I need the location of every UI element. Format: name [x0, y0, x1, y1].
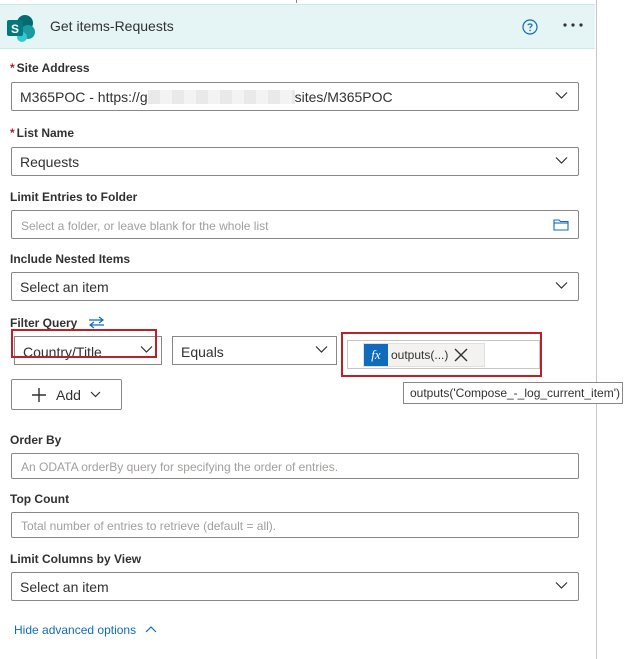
flow-connector [296, 0, 297, 3]
site-address-label: * Site Address [10, 61, 90, 75]
list-name-value: Requests [20, 154, 80, 170]
folder-placeholder: Select a folder, or leave blank for the … [21, 219, 269, 233]
chevron-down-icon [555, 157, 568, 164]
top-count-placeholder: Total number of entries to retrieve (def… [21, 519, 277, 533]
nested-items-value: Select an item [20, 279, 109, 295]
highlight-box [341, 332, 542, 377]
chevron-down-icon [90, 391, 101, 398]
nested-items-dropdown[interactable]: Select an item [11, 272, 579, 301]
required-marker: * [10, 61, 15, 75]
add-filter-button[interactable]: Add [11, 379, 122, 410]
order-by-input[interactable]: An ODATA orderBy query for specifying th… [11, 453, 579, 479]
redacted-area [147, 90, 295, 104]
chevron-down-icon [315, 346, 328, 353]
order-by-placeholder: An ODATA orderBy query for specifying th… [21, 460, 339, 474]
chevron-down-icon [555, 92, 568, 99]
more-options-icon[interactable] [561, 15, 585, 35]
filter-operator-value: Equals [181, 344, 224, 360]
hide-advanced-options-link[interactable]: Hide advanced options [14, 623, 157, 637]
card-header[interactable]: S Get items-Requests [0, 4, 595, 49]
add-button-label: Add [56, 387, 81, 403]
list-name-label: * List Name [10, 126, 75, 140]
top-count-label: Top Count [10, 492, 70, 506]
folder-picker-icon[interactable] [553, 218, 569, 231]
list-name-dropdown[interactable]: Requests [11, 147, 579, 176]
filter-operator-dropdown[interactable]: Equals [172, 336, 337, 365]
site-address-value: M365POC - https://g sites/M365POC [20, 89, 393, 105]
plus-icon [32, 388, 46, 402]
required-marker: * [10, 126, 15, 140]
columns-view-label: Limit Columns by View [10, 552, 142, 566]
hide-advanced-label: Hide advanced options [14, 623, 137, 637]
chevron-down-icon [555, 282, 568, 289]
expression-tooltip: outputs('Compose_-_log_current_item') [403, 382, 623, 404]
highlight-box [11, 329, 157, 358]
nested-items-label: Include Nested Items [10, 252, 131, 266]
chevron-up-icon [146, 626, 157, 633]
switch-mode-icon[interactable] [88, 316, 105, 329]
help-icon[interactable] [522, 19, 538, 35]
folder-label: Limit Entries to Folder [10, 190, 138, 204]
action-card: S Get items-Requests * Site Address M365P… [0, 0, 597, 659]
columns-view-dropdown[interactable]: Select an item [11, 572, 579, 601]
chevron-down-icon [555, 582, 568, 589]
order-by-label: Order By [10, 433, 62, 447]
logo-letter: S [11, 22, 19, 36]
filter-query-label: Filter Query [10, 316, 78, 330]
top-count-input[interactable]: Total number of entries to retrieve (def… [11, 512, 579, 538]
sharepoint-logo-icon: S [7, 15, 35, 42]
columns-view-value: Select an item [20, 579, 109, 595]
site-address-dropdown[interactable]: M365POC - https://g sites/M365POC [11, 82, 579, 111]
action-title: Get items-Requests [50, 18, 174, 34]
folder-input[interactable]: Select a folder, or leave blank for the … [11, 210, 579, 239]
